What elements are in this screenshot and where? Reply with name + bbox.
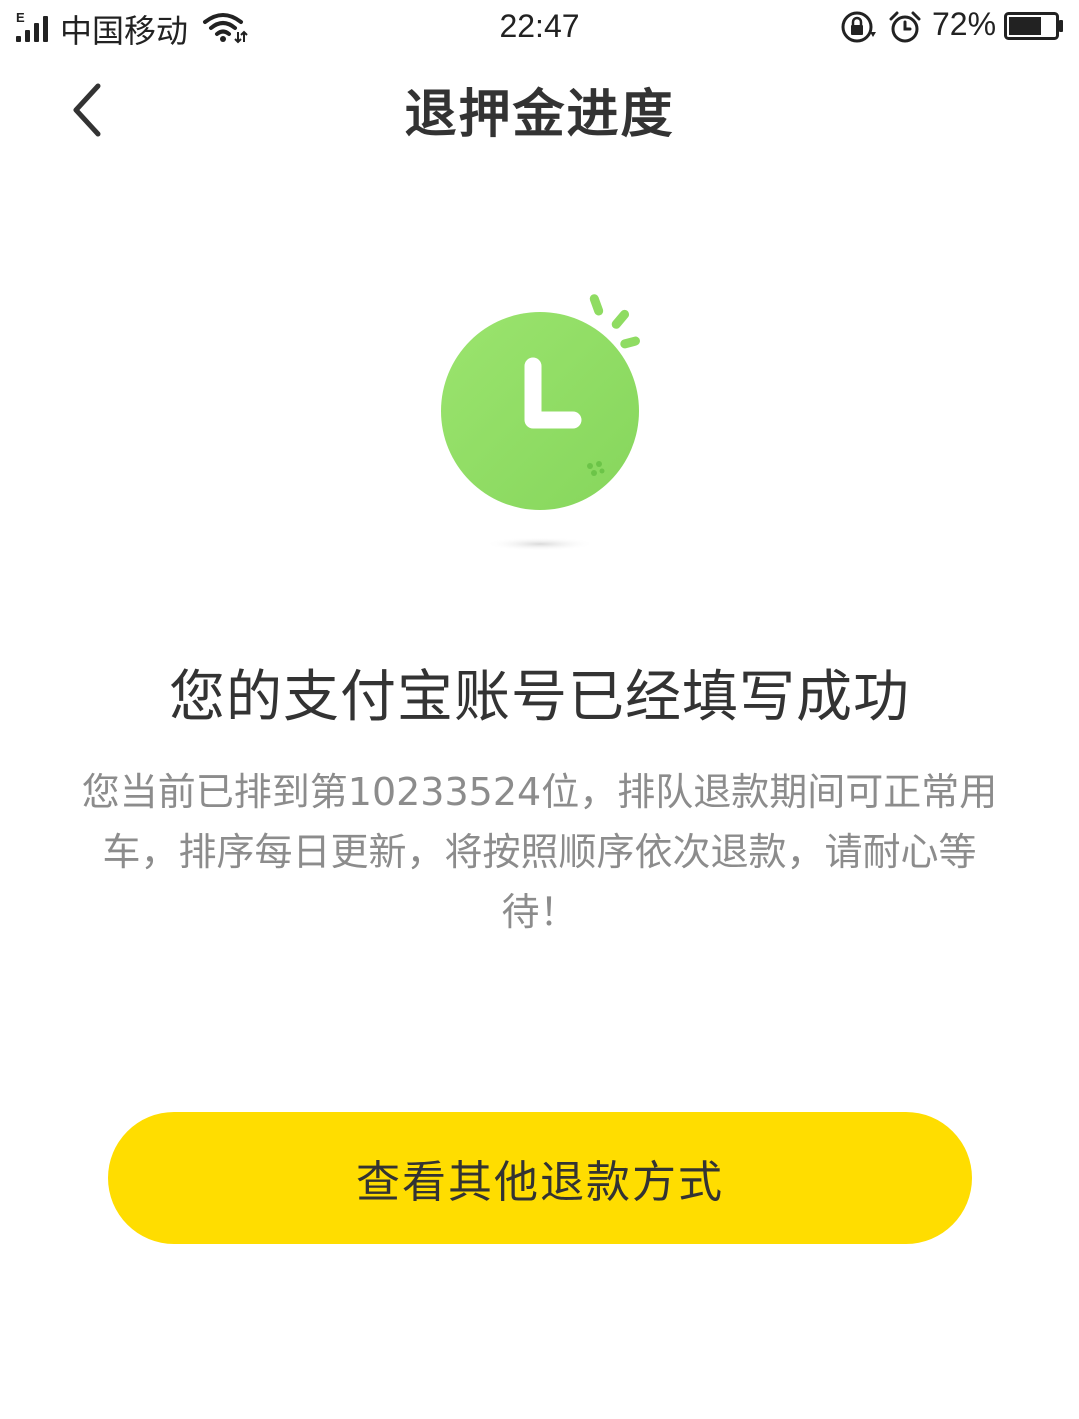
queue-description: 您当前已排到第10233524位，排队退款期间可正常用车，排序每日更新，将按照顺… — [81, 770, 998, 934]
status-bar: E 中国移动 22:47 72% — [0, 0, 1079, 56]
battery-percent: 72% — [932, 6, 997, 42]
rotation-lock-icon — [841, 11, 876, 43]
success-headline: 您的支付宝账号已经填写成功 — [169, 665, 910, 730]
clock-icon — [441, 294, 640, 551]
other-refund-methods-button[interactable]: 查看其他退款方式 — [108, 1112, 972, 1244]
nav-header: 退押金进度 — [0, 60, 1079, 160]
battery-icon — [1004, 12, 1063, 40]
alarm-icon — [889, 11, 921, 43]
page-title: 退押金进度 — [404, 85, 675, 145]
